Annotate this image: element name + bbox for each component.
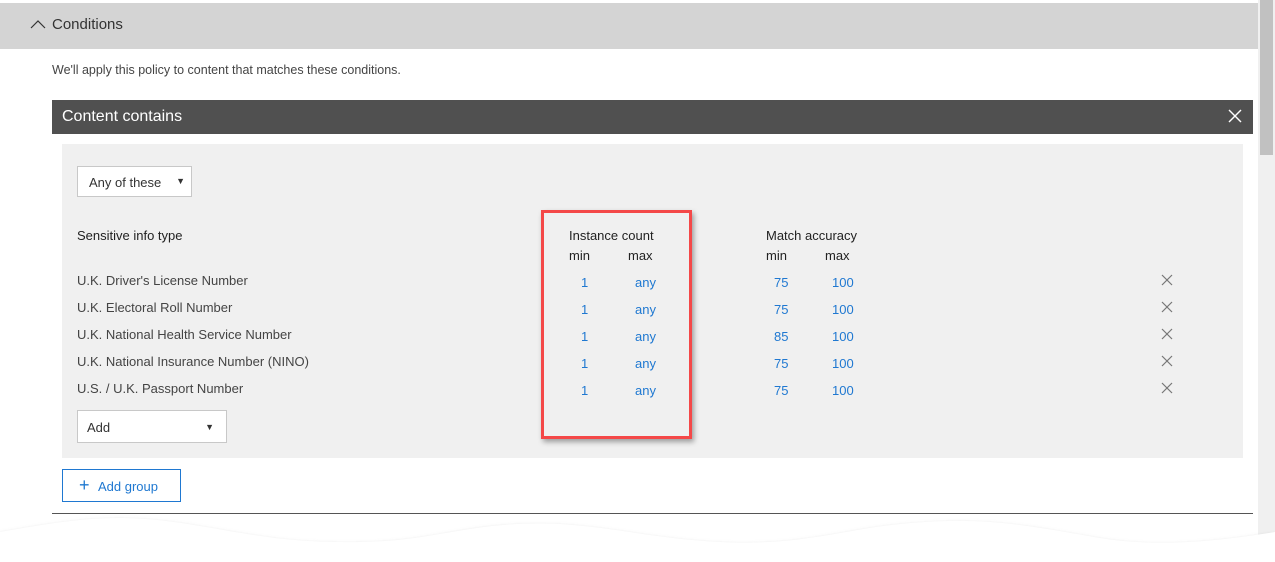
instance-max-value[interactable]: any	[635, 275, 656, 290]
info-type-name: U.K. National Insurance Number (NINO)	[77, 354, 309, 369]
add-select-label: Add	[87, 420, 111, 435]
col-header-instance-max: max	[628, 248, 653, 263]
remove-row-icon[interactable]	[1161, 274, 1173, 286]
remove-row-icon[interactable]	[1161, 301, 1173, 313]
remove-row-icon[interactable]	[1161, 328, 1173, 340]
col-header-info-type: Sensitive info type	[77, 228, 183, 243]
instance-min-value[interactable]: 1	[581, 275, 588, 290]
conditions-panel: Any of these ▼ Sensitive info type Insta…	[62, 144, 1243, 458]
accuracy-max-value[interactable]: 100	[832, 302, 854, 317]
instance-min-value[interactable]: 1	[581, 329, 588, 344]
instance-max-value[interactable]: any	[635, 329, 656, 344]
accuracy-min-value[interactable]: 75	[774, 383, 788, 398]
col-header-accuracy-min: min	[766, 248, 787, 263]
match-mode-dropdown[interactable]: Any of these ▼	[77, 166, 192, 197]
add-info-type-dropdown[interactable]: Add ▼	[77, 410, 227, 443]
chevron-up-icon[interactable]	[29, 17, 47, 31]
scrollbar-thumb[interactable]	[1260, 0, 1273, 155]
content-contains-header: Content contains	[52, 100, 1253, 134]
accuracy-min-value[interactable]: 85	[774, 329, 788, 344]
caret-down-icon: ▼	[205, 422, 214, 432]
accuracy-max-value[interactable]: 100	[832, 329, 854, 344]
accuracy-min-value[interactable]: 75	[774, 356, 788, 371]
content-contains-title: Content contains	[62, 108, 183, 125]
remove-row-icon[interactable]	[1161, 355, 1173, 367]
instance-min-value[interactable]: 1	[581, 302, 588, 317]
col-header-match-accuracy: Match accuracy	[766, 228, 858, 243]
info-type-name: U.S. / U.K. Passport Number	[77, 381, 244, 396]
caret-down-icon: ▼	[176, 176, 185, 186]
vertical-scrollbar[interactable]	[1258, 0, 1275, 562]
info-type-name: U.K. Electoral Roll Number	[77, 300, 233, 315]
col-header-instance-count: Instance count	[569, 228, 654, 243]
torn-edge-decoration	[0, 518, 1275, 562]
accuracy-min-value[interactable]: 75	[774, 302, 788, 317]
plus-icon: +	[79, 475, 90, 495]
col-header-instance-min: min	[569, 248, 590, 263]
instance-max-value[interactable]: any	[635, 383, 656, 398]
intro-text: We'll apply this policy to content that …	[52, 63, 401, 77]
instance-min-value[interactable]: 1	[581, 356, 588, 371]
instance-max-value[interactable]: any	[635, 356, 656, 371]
accuracy-max-value[interactable]: 100	[832, 383, 854, 398]
accuracy-max-value[interactable]: 100	[832, 356, 854, 371]
match-mode-value: Any of these	[89, 175, 162, 190]
add-group-button[interactable]: + Add group	[62, 469, 181, 502]
accuracy-min-value[interactable]: 75	[774, 275, 788, 290]
instance-max-value[interactable]: any	[635, 302, 656, 317]
info-type-name: U.K. Driver's License Number	[77, 273, 248, 288]
close-icon[interactable]	[1227, 108, 1243, 124]
accuracy-max-value[interactable]: 100	[832, 275, 854, 290]
col-header-accuracy-max: max	[825, 248, 850, 263]
instance-min-value[interactable]: 1	[581, 383, 588, 398]
add-group-label: Add group	[98, 479, 158, 494]
info-type-name: U.K. National Health Service Number	[77, 327, 292, 342]
conditions-section-header[interactable]: Conditions	[0, 3, 1258, 49]
remove-row-icon[interactable]	[1161, 382, 1173, 394]
section-title: Conditions	[52, 16, 123, 33]
page: Conditions We'll apply this policy to co…	[0, 0, 1258, 562]
